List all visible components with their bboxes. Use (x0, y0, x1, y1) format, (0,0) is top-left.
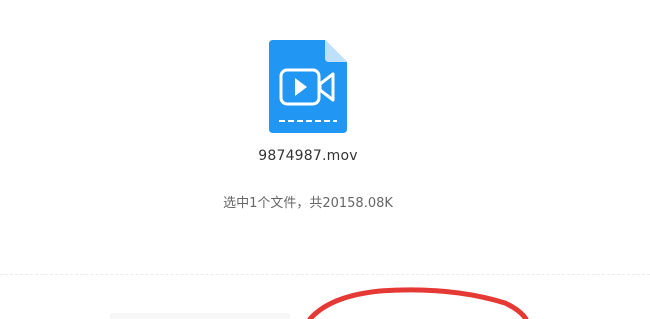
video-file-icon[interactable] (269, 40, 347, 133)
selection-summary: 选中1个文件，共20158.08K (223, 196, 393, 211)
bottom-panel-edge (110, 313, 290, 319)
divider (0, 274, 650, 275)
file-preview-panel: 9874987.mov 选中1个文件，共20158.08K (0, 0, 650, 319)
file-name[interactable]: 9874987.mov (0, 148, 616, 164)
